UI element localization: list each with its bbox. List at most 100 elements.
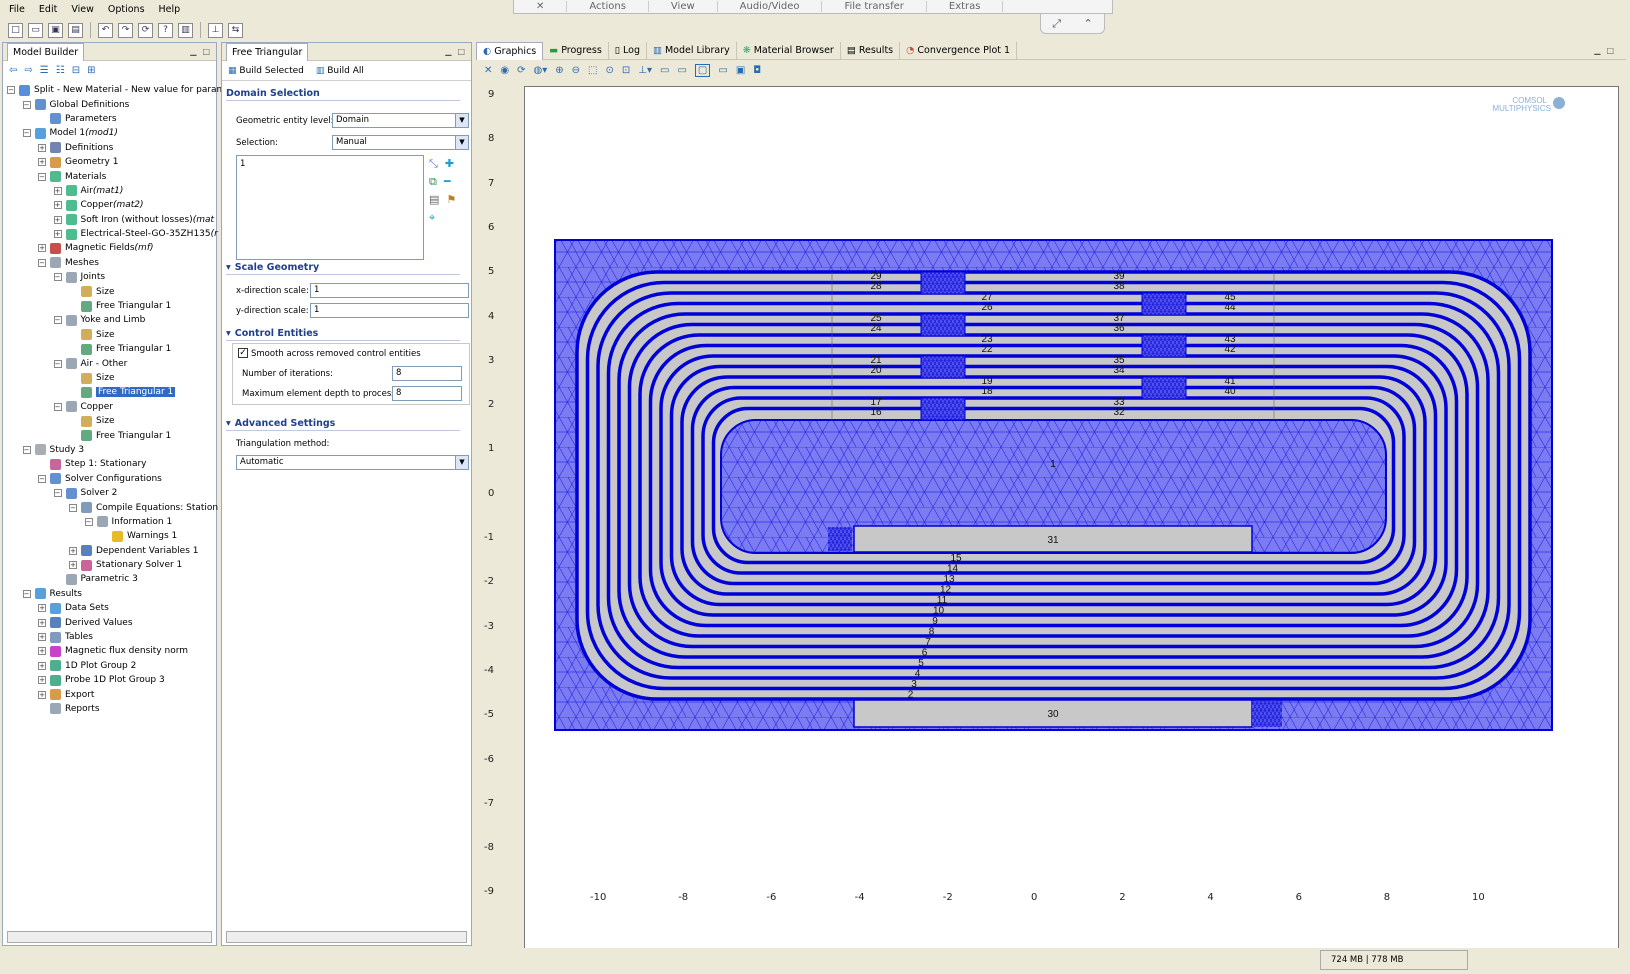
tree-item[interactable]: + Copper (mat2) xyxy=(7,198,231,212)
remote-file-transfer-menu[interactable]: File transfer xyxy=(822,1,927,12)
tree-item[interactable]: Size xyxy=(7,284,231,298)
collapse-icon[interactable]: − xyxy=(22,129,31,138)
select-domain-icon[interactable]: ▢ xyxy=(694,63,711,77)
menu-view[interactable]: View xyxy=(64,4,101,15)
select-entities-icon[interactable]: ⤡ xyxy=(429,157,438,170)
tree-item[interactable]: − Split - New Material - New value for pa… xyxy=(7,83,231,97)
screenshot-icon[interactable]: ◘ xyxy=(753,65,761,76)
tree-item[interactable]: + Tables xyxy=(7,630,231,644)
tree-item[interactable]: − Joints xyxy=(7,270,231,284)
tree-item[interactable]: − Meshes xyxy=(7,256,231,270)
transfer-icon[interactable]: ⇆ xyxy=(228,22,243,38)
collapse-icon[interactable]: − xyxy=(53,402,62,411)
expand-icon[interactable]: + xyxy=(38,647,46,656)
tree-item[interactable]: − Materials xyxy=(7,169,231,183)
tree-item[interactable]: − Model 1 (mod1) xyxy=(7,126,231,140)
remote-view-menu[interactable]: View xyxy=(649,1,718,12)
tree-item[interactable]: − Air - Other xyxy=(7,356,231,370)
tree-item[interactable]: Warnings 1 xyxy=(7,529,231,543)
collapse-icon[interactable]: − xyxy=(84,517,93,526)
expand-all-icon[interactable]: ⊞ xyxy=(87,65,95,76)
tree-item[interactable]: Parametric 3 xyxy=(7,572,231,586)
print-icon[interactable]: ▤ xyxy=(68,22,83,38)
dropdown-tool-icon[interactable]: ⊥ xyxy=(208,22,223,38)
maximize-icon[interactable]: □ xyxy=(202,47,210,56)
window-icon[interactable]: ▥ xyxy=(178,22,193,38)
minimize-icon[interactable]: ▁ xyxy=(445,47,451,56)
remote-close-button[interactable]: ✕ xyxy=(514,1,568,12)
tree-item[interactable]: − Results xyxy=(7,587,231,601)
tree-item[interactable]: + Definitions xyxy=(7,141,231,155)
geom-entity-select[interactable]: Domain ▼ xyxy=(332,113,469,128)
tree-item[interactable]: + Geometry 1 xyxy=(7,155,231,169)
tree-item[interactable]: Step 1: Stationary xyxy=(7,457,231,471)
tree-item[interactable]: + Probe 1D Plot Group 3 xyxy=(7,673,231,687)
collapse-icon[interactable]: − xyxy=(53,489,62,498)
menu-edit[interactable]: Edit xyxy=(32,4,64,15)
open-file-icon[interactable]: ▭ xyxy=(28,22,43,38)
zoom-out-icon[interactable]: ⊖ xyxy=(572,65,580,76)
expand-icon[interactable]: + xyxy=(38,676,46,685)
iterations-input[interactable]: 8 xyxy=(392,366,462,381)
collapse-icon[interactable]: − xyxy=(69,503,77,512)
selection-list-item[interactable]: 1 xyxy=(240,159,245,169)
tree-item[interactable]: + Magnetic flux density norm xyxy=(7,644,231,658)
tree-item[interactable]: − Solver Configurations xyxy=(7,472,231,486)
collapse-icon[interactable]: − xyxy=(22,100,31,109)
collapse-icon[interactable]: − xyxy=(38,258,46,267)
control-entities-header[interactable]: ▾ Control Entities xyxy=(226,327,460,341)
tree-item[interactable]: + Derived Values xyxy=(7,615,231,629)
select-boundary-icon[interactable]: ▭ xyxy=(718,65,727,76)
transparency-icon[interactable]: ◍▾ xyxy=(534,65,548,76)
zoom-box-icon[interactable]: ⬚ xyxy=(588,65,597,76)
smooth-checkbox[interactable]: ✓ xyxy=(238,348,248,358)
select-all-icon[interactable]: ▣ xyxy=(736,65,745,76)
new-file-icon[interactable]: □ xyxy=(8,22,23,38)
collapse-icon[interactable]: − xyxy=(22,589,31,598)
menu-options[interactable]: Options xyxy=(101,4,152,15)
copy-selection-icon[interactable]: ⧉ xyxy=(429,175,437,188)
tree-item[interactable]: Free Triangular 1 xyxy=(7,342,231,356)
paste-selection-icon[interactable]: ▤ xyxy=(429,193,439,206)
collapse-icon[interactable]: − xyxy=(38,172,46,181)
remove-icon[interactable]: ━ xyxy=(444,175,451,188)
expand-icon[interactable]: + xyxy=(38,661,46,670)
tree-item[interactable]: + Dependent Variables 1 xyxy=(7,544,231,558)
show-icon[interactable]: ☰ xyxy=(40,65,49,76)
domain-selection-header[interactable]: Domain Selection xyxy=(226,87,460,101)
tree-item[interactable]: Free Triangular 1 xyxy=(7,385,231,399)
maximize-icon[interactable]: □ xyxy=(1606,46,1614,55)
scale-geometry-header[interactable]: ▾ Scale Geometry xyxy=(226,261,460,275)
expand-icon[interactable]: + xyxy=(38,158,46,167)
expand-icon[interactable]: + xyxy=(69,546,77,555)
remote-extras-menu[interactable]: Extras xyxy=(927,1,1004,12)
build-all-button[interactable]: ▥ Build All xyxy=(316,66,364,76)
advanced-settings-header[interactable]: ▾ Advanced Settings xyxy=(226,417,460,431)
tree-item[interactable]: + Magnetic Fields (mf) xyxy=(7,241,231,255)
expand-icon[interactable]: + xyxy=(53,230,62,239)
remote-audio-video-menu[interactable]: Audio/Video xyxy=(718,1,823,12)
tree-item[interactable]: + Export xyxy=(7,687,231,701)
tree-item[interactable]: + Soft Iron (without losses) (mat xyxy=(7,213,231,227)
help-icon[interactable]: ? xyxy=(158,22,173,38)
tree-item[interactable]: − Global Definitions xyxy=(7,97,231,111)
zoom-to-selection-icon[interactable]: ⌖ xyxy=(429,211,435,224)
tree-item[interactable]: Size xyxy=(7,414,231,428)
expand-icon[interactable]: + xyxy=(69,561,77,570)
expand-icon[interactable]: + xyxy=(38,244,46,253)
x-scale-input[interactable]: 1 xyxy=(310,283,469,298)
expand-icon[interactable]: + xyxy=(53,201,62,210)
tree-item[interactable]: + Electrical-Steel-GO-35ZH135 (r xyxy=(7,227,231,241)
redo-icon[interactable]: ↷ xyxy=(118,22,133,38)
tree-item[interactable]: Reports xyxy=(7,702,231,716)
geometry-plot[interactable]: 2928252421201716272623221918393837363534… xyxy=(525,87,1618,965)
remote-actions-menu[interactable]: Actions xyxy=(567,1,649,12)
tree-item[interactable]: − Study 3 xyxy=(7,443,231,457)
filter-icon[interactable]: ☷ xyxy=(56,65,65,76)
y-scale-input[interactable]: 1 xyxy=(310,303,469,318)
expand-icon[interactable]: + xyxy=(38,618,46,627)
collapse-icon[interactable]: − xyxy=(53,359,62,368)
tab-model-library[interactable]: ▥ Model Library xyxy=(647,41,737,60)
tree-item[interactable]: − Copper xyxy=(7,400,231,414)
minimize-icon[interactable]: ▁ xyxy=(190,47,196,56)
